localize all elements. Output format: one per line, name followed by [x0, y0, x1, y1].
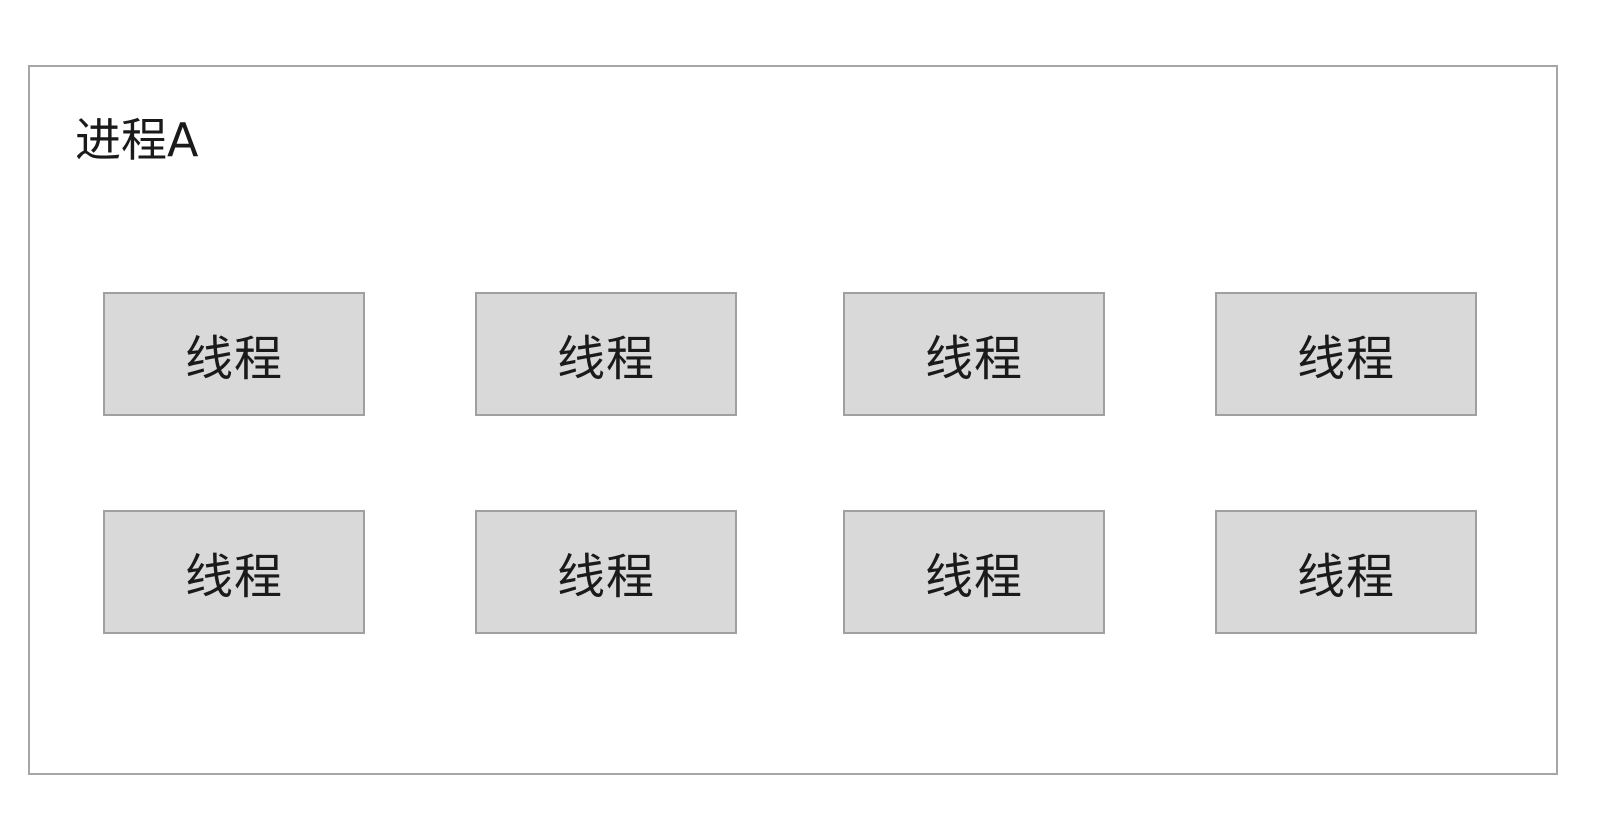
- thread-box: 线程: [103, 292, 365, 416]
- process-container: [28, 65, 1558, 775]
- thread-box: 线程: [1215, 510, 1477, 634]
- thread-box: 线程: [475, 510, 737, 634]
- thread-box: 线程: [843, 292, 1105, 416]
- thread-box: 线程: [843, 510, 1105, 634]
- process-title: 进程A: [75, 113, 199, 167]
- thread-box: 线程: [103, 510, 365, 634]
- thread-box: 线程: [1215, 292, 1477, 416]
- thread-box: 线程: [475, 292, 737, 416]
